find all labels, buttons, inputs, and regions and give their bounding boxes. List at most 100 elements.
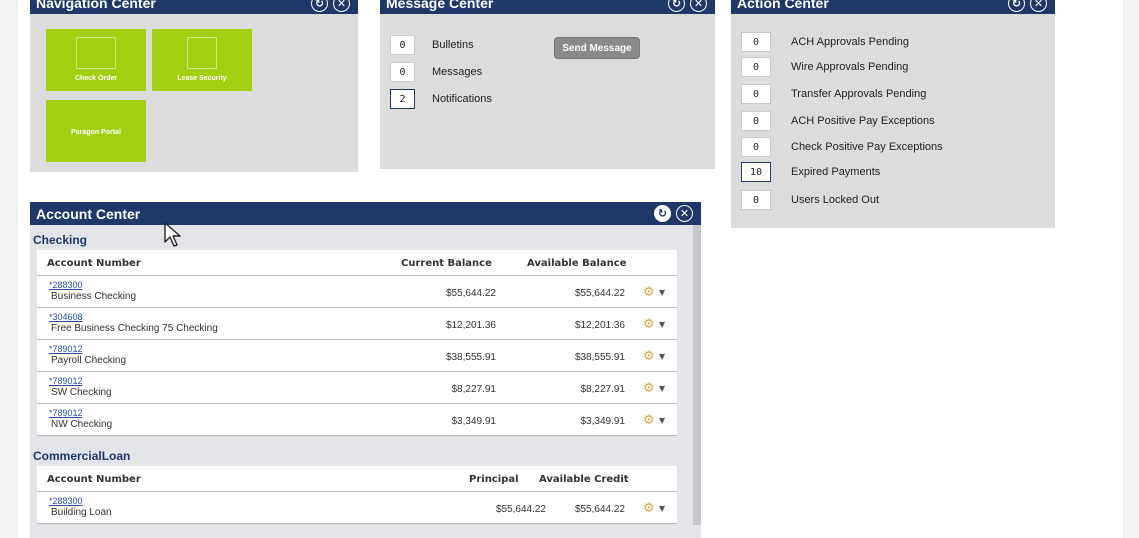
refresh-icon[interactable]: ↻ (311, 0, 328, 12)
account-number-link[interactable]: *288300 (49, 280, 83, 290)
count-box: 0 (741, 137, 771, 157)
account-number-link[interactable]: *789012 (49, 344, 83, 354)
message-label[interactable]: Notifications (432, 93, 492, 105)
header-available-balance: Available Balance (527, 258, 627, 269)
message-center-panel: Message Center ↻ ✕ 0 Bulletins 0 Message… (380, 0, 715, 169)
account-center-panel: Account Center ↻ ✕ Checking Account Numb… (30, 202, 701, 538)
action-row[interactable]: 0 Transfer Approvals Pending (741, 84, 926, 104)
account-name: Free Business Checking 75 Checking (51, 323, 218, 334)
action-label[interactable]: ACH Approvals Pending (791, 36, 909, 48)
available-balance: $55,644.22 (574, 288, 625, 299)
close-icon[interactable]: ✕ (333, 0, 350, 12)
header-account-number: Account Number (47, 258, 141, 269)
close-icon[interactable]: ✕ (690, 0, 707, 12)
count-box: 0 (390, 35, 415, 55)
gear-icon[interactable]: ⚙ (643, 413, 655, 428)
header-available-credit: Available Credit (539, 474, 629, 485)
lease-security-icon (187, 37, 217, 69)
account-name: Business Checking (51, 291, 137, 302)
table-row: *288300 Business Checking $55,644.22 $55… (37, 276, 677, 308)
gear-icon[interactable]: ⚙ (643, 501, 655, 516)
account-number-link[interactable]: *789012 (49, 408, 83, 418)
current-balance: $55,644.22 (445, 288, 496, 299)
checking-table: Account Number Current Balance Available… (37, 250, 677, 436)
account-number-link[interactable]: *304608 (49, 312, 83, 322)
tile-label: Lease Security (177, 75, 227, 82)
available-balance: $8,227.91 (580, 384, 626, 395)
close-icon[interactable]: ✕ (676, 205, 693, 222)
action-center-panel: Action Center ↻ ✕ 0 ACH Approvals Pendin… (731, 0, 1055, 228)
message-label[interactable]: Messages (432, 66, 482, 78)
account-center-title: Account Center (36, 205, 141, 222)
available-balance: $3,349.91 (580, 416, 626, 427)
navigation-center-panel: Navigation Center ↻ ✕ Check Order Lease … (30, 0, 358, 172)
current-balance: $12,201.36 (445, 320, 496, 331)
header-current-balance: Current Balance (401, 258, 492, 269)
principal-amount: $55,644.22 (495, 504, 546, 515)
checking-section-title: Checking (33, 233, 88, 247)
loan-section-title: CommercialLoan (33, 449, 131, 463)
action-row[interactable]: 0 Users Locked Out (741, 190, 879, 210)
chevron-down-icon[interactable]: ▼ (659, 384, 665, 393)
account-number-link[interactable]: *789012 (49, 376, 83, 386)
current-balance: $8,227.91 (451, 384, 497, 395)
scrollbar[interactable] (693, 225, 701, 525)
action-label[interactable]: Check Positive Pay Exceptions (791, 141, 943, 153)
chevron-down-icon[interactable]: ▼ (659, 352, 665, 361)
gear-icon[interactable]: ⚙ (643, 317, 655, 332)
count-box: 2 (390, 89, 415, 109)
gear-icon[interactable]: ⚙ (643, 285, 655, 300)
action-label[interactable]: Expired Payments (791, 166, 880, 178)
action-label[interactable]: Users Locked Out (791, 194, 879, 206)
navigation-center-title: Navigation Center (36, 0, 156, 11)
refresh-icon[interactable]: ↻ (1008, 0, 1025, 12)
account-name: Building Loan (51, 507, 112, 518)
current-balance: $38,555.91 (445, 352, 496, 363)
chevron-down-icon[interactable]: ▼ (659, 288, 665, 297)
tile-check-order[interactable]: Check Order (46, 29, 146, 91)
tile-lease-security[interactable]: Lease Security (152, 29, 252, 91)
refresh-icon[interactable]: ↻ (654, 205, 671, 222)
action-label[interactable]: Wire Approvals Pending (791, 61, 908, 73)
chevron-down-icon[interactable]: ▼ (659, 320, 665, 329)
navigation-center-header: Navigation Center ↻ ✕ (30, 0, 358, 14)
gear-icon[interactable]: ⚙ (643, 381, 655, 396)
table-header: Account Number Current Balance Available… (37, 250, 677, 276)
header-principal: Principal (469, 474, 519, 485)
action-row[interactable]: 0 Wire Approvals Pending (741, 57, 908, 77)
action-row[interactable]: 0 ACH Approvals Pending (741, 32, 909, 52)
close-icon[interactable]: ✕ (1030, 0, 1047, 12)
count-box: 10 (741, 162, 771, 182)
count-box: 0 (741, 32, 771, 52)
refresh-icon[interactable]: ↻ (668, 0, 685, 12)
available-balance: $12,201.36 (574, 320, 625, 331)
message-row-notifications[interactable]: 2 Notifications (390, 89, 492, 109)
message-label[interactable]: Bulletins (432, 39, 474, 51)
dashboard-canvas: Navigation Center ↻ ✕ Check Order Lease … (18, 0, 1123, 538)
action-row[interactable]: 10 Expired Payments (741, 162, 880, 182)
check-order-icon (76, 37, 116, 69)
chevron-down-icon[interactable]: ▼ (659, 504, 665, 513)
count-box: 0 (390, 62, 415, 82)
action-label[interactable]: Transfer Approvals Pending (791, 88, 926, 100)
send-message-button[interactable]: Send Message (554, 37, 640, 59)
mouse-cursor-icon (164, 222, 181, 247)
table-row: *288300 Building Loan $55,644.22 $55,644… (37, 492, 677, 524)
tile-label: Check Order (74, 75, 118, 82)
action-row[interactable]: 0 ACH Positive Pay Exceptions (741, 111, 935, 131)
message-row-messages[interactable]: 0 Messages (390, 62, 482, 82)
action-label[interactable]: ACH Positive Pay Exceptions (791, 115, 935, 127)
current-balance: $3,349.91 (451, 416, 497, 427)
chevron-down-icon[interactable]: ▼ (659, 416, 665, 425)
gear-icon[interactable]: ⚙ (643, 349, 655, 364)
tile-paragon-portal[interactable]: Paragon Portal (46, 100, 146, 162)
message-row-bulletins[interactable]: 0 Bulletins (390, 35, 474, 55)
action-center-header: Action Center ↻ ✕ (731, 0, 1055, 14)
account-number-link[interactable]: *288300 (49, 496, 83, 506)
loan-table: Account Number Principal Available Credi… (37, 466, 677, 524)
count-box: 0 (741, 111, 771, 131)
action-row[interactable]: 0 Check Positive Pay Exceptions (741, 137, 943, 157)
available-credit: $55,644.22 (574, 504, 625, 515)
message-center-title: Message Center (386, 0, 494, 11)
account-name: SW Checking (51, 387, 112, 398)
